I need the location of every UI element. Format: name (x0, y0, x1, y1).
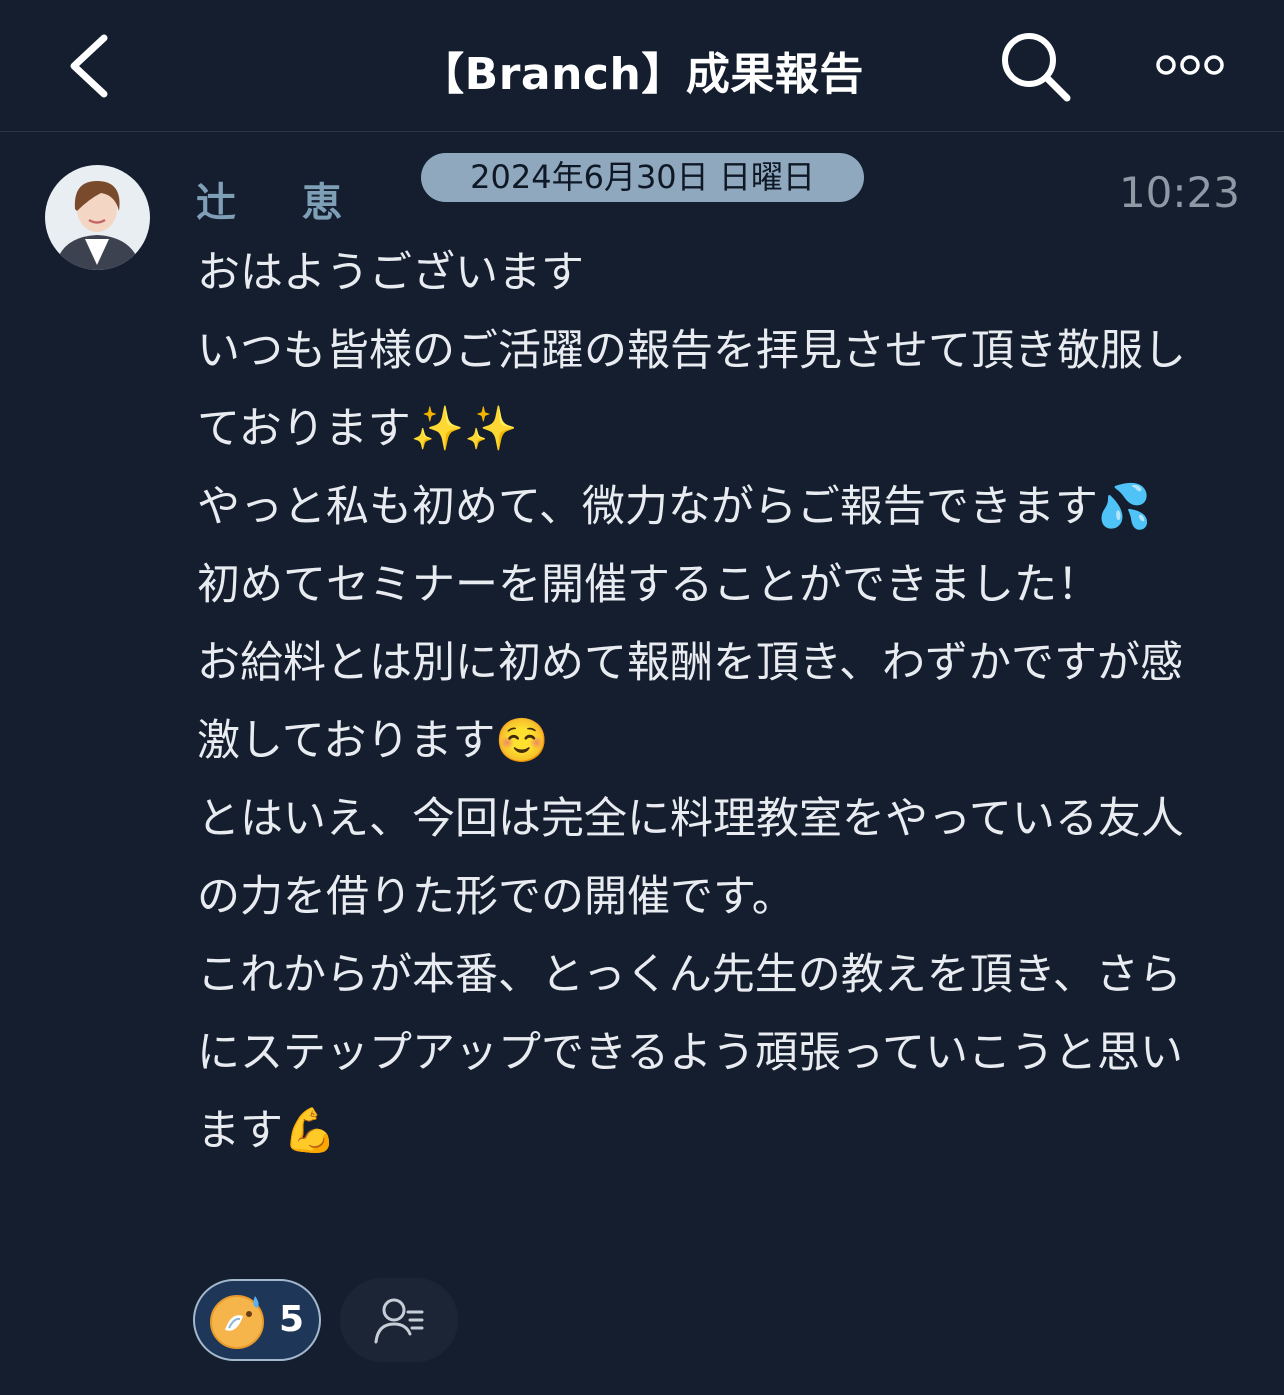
more-options-button[interactable] (1150, 40, 1230, 90)
search-icon (1002, 33, 1071, 102)
chat-title: 【Branch】成果報告 (420, 49, 864, 100)
crying-face-emoji-icon (210, 1295, 264, 1349)
sender-avatar[interactable] (45, 165, 150, 270)
read-by-button[interactable] (340, 1278, 458, 1362)
reaction-button[interactable]: 5 (193, 1279, 321, 1361)
search-button[interactable] (995, 26, 1075, 106)
read-by-users-icon (374, 1298, 424, 1344)
message-text[interactable]: おはようございます いつも皆様のご活躍の報告を拝見させて頂き敬服しております✨✨… (197, 234, 1207, 1170)
reaction-count: 5 (279, 1299, 305, 1340)
date-separator: 2024年6月30日 日曜日 (421, 153, 864, 202)
more-dots-icon (1156, 55, 1224, 75)
message-time: 10:23 (1118, 168, 1240, 217)
avatar-photo (45, 165, 150, 270)
chat-header: 【Branch】成果報告 (0, 0, 1284, 132)
sender-name[interactable]: 辻 恵 (196, 170, 368, 228)
